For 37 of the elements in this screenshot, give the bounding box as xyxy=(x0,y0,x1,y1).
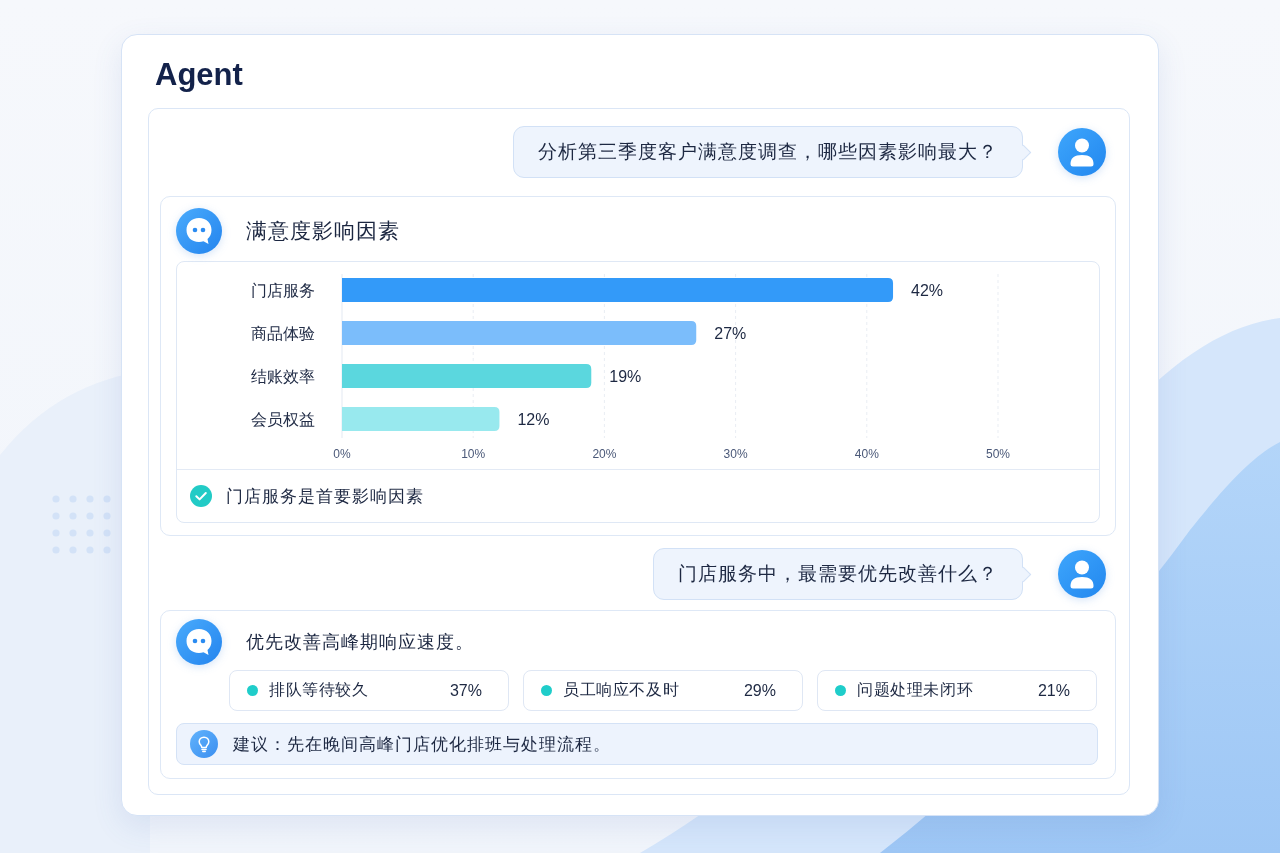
value-label: 27% xyxy=(714,324,747,342)
category-label: 会员权益 xyxy=(251,410,315,428)
factor-percent: 37% xyxy=(449,681,482,700)
chat-bubble-icon xyxy=(176,619,222,665)
user-avatar-icon xyxy=(1058,128,1106,176)
value-label: 19% xyxy=(609,367,642,385)
conclusion-text: 门店服务是首要影响因素 xyxy=(226,485,424,508)
factor-label: 排队等待较久 xyxy=(269,680,369,700)
category-label: 商品体验 xyxy=(251,324,315,342)
factor-label: 问题处理未闭环 xyxy=(857,680,974,700)
window-title: Agent xyxy=(155,57,243,93)
check-circle-icon xyxy=(190,485,212,507)
axis-tick-label: 30% xyxy=(723,447,748,461)
user-avatar-icon xyxy=(1058,550,1106,598)
axis-tick-label: 50% xyxy=(986,447,1010,461)
factor-label: 员工响应不及时 xyxy=(563,680,680,700)
answer-title: 满意度影响因素 xyxy=(246,218,400,244)
status-dot-icon xyxy=(835,685,846,696)
status-dot-icon xyxy=(541,685,552,696)
status-dot-icon xyxy=(247,685,258,696)
factor-percent: 29% xyxy=(743,681,776,700)
user-message: 门店服务中，最需要优先改善什么？ xyxy=(653,548,1031,600)
axis-tick-label: 20% xyxy=(592,447,617,461)
value-label: 42% xyxy=(911,281,944,299)
user-message: 分析第三季度客户满意度调查，哪些因素影响最大？ xyxy=(513,126,1031,178)
axis-tick-label: 0% xyxy=(333,447,351,461)
chat-bubble-icon xyxy=(176,208,222,254)
answer-text: 优先改善高峰期响应速度。 xyxy=(246,631,474,654)
factor-percent: 21% xyxy=(1037,681,1070,700)
dot-grid-icon xyxy=(51,494,111,554)
lightbulb-icon xyxy=(190,730,218,758)
value-label: 12% xyxy=(517,410,550,428)
axis-tick-label: 40% xyxy=(854,447,879,461)
category-label: 结账效率 xyxy=(251,367,315,385)
category-label: 门店服务 xyxy=(251,281,315,299)
axis-tick-label: 10% xyxy=(461,447,486,461)
suggestion-text: 建议：先在晚间高峰门店优化排班与处理流程。 xyxy=(233,733,611,756)
